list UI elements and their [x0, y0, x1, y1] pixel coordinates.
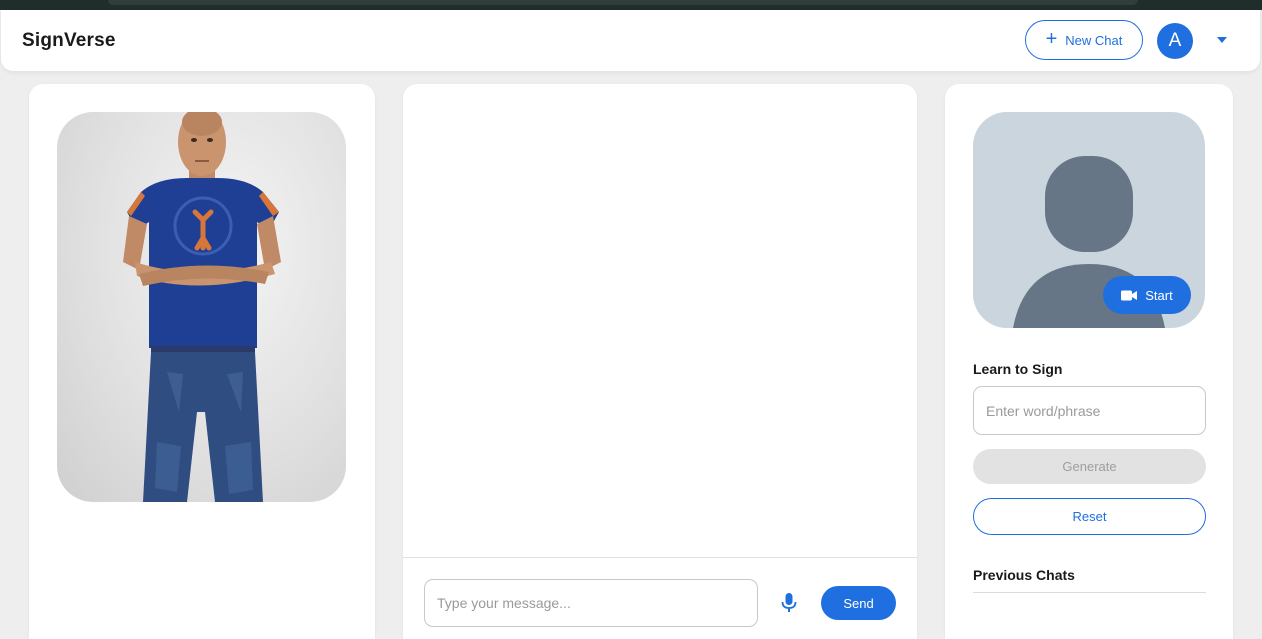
chat-panel: Send	[403, 84, 917, 639]
learn-to-sign-title: Learn to Sign	[973, 361, 1063, 377]
chat-divider	[403, 557, 917, 558]
browser-top-strip-inner	[108, 0, 1138, 5]
new-chat-label: New Chat	[1065, 32, 1123, 48]
avatar-panel	[29, 84, 375, 639]
learn-panel: Start Learn to Sign Generate Reset Previ…	[945, 84, 1233, 639]
previous-chats-divider	[973, 592, 1206, 593]
reset-button[interactable]: Reset	[973, 498, 1206, 535]
new-chat-button[interactable]: + New Chat	[1025, 20, 1143, 60]
start-label: Start	[1145, 287, 1173, 303]
message-input[interactable]	[424, 579, 758, 627]
plus-icon: +	[1045, 28, 1058, 50]
word-phrase-input[interactable]	[973, 386, 1206, 435]
sign-avatar-figure	[123, 112, 281, 502]
video-camera-icon	[1121, 290, 1138, 300]
user-avatar[interactable]: A	[1157, 23, 1193, 59]
microphone-icon[interactable]	[779, 592, 799, 614]
previous-chats-title: Previous Chats	[973, 567, 1075, 583]
chat-messages-area	[403, 84, 917, 557]
sign-avatar-viewport	[57, 112, 346, 502]
brand-title: SignVerse	[22, 30, 116, 51]
send-button[interactable]: Send	[821, 586, 896, 620]
app-header: SignVerse + New Chat A	[1, 10, 1260, 71]
browser-top-strip	[0, 0, 1262, 10]
chevron-down-icon[interactable]	[1217, 37, 1227, 43]
generate-button[interactable]: Generate	[973, 449, 1206, 484]
start-camera-button[interactable]: Start	[1103, 276, 1191, 314]
